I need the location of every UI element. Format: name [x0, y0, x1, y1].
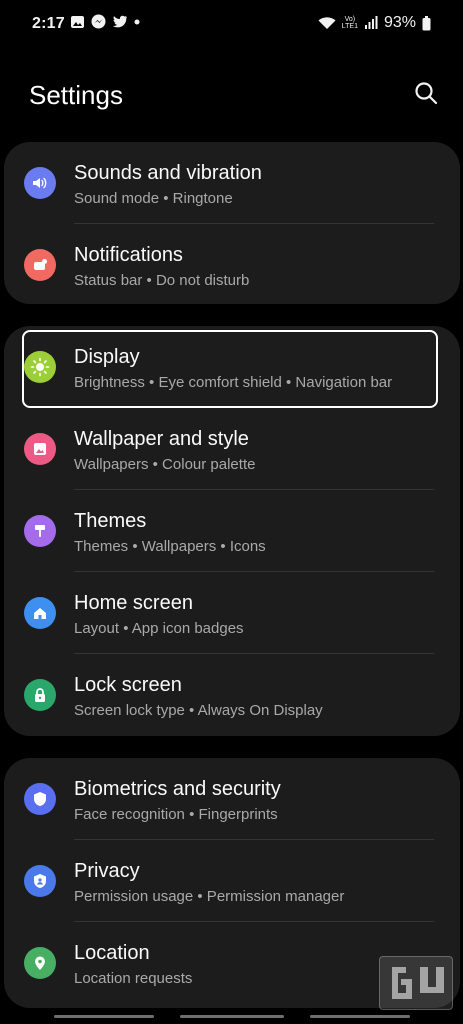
lock-icon: [24, 679, 56, 711]
item-title: Biometrics and security: [74, 778, 281, 800]
battery-percent: 93%: [383, 14, 416, 31]
item-subtitle: Themes • Wallpapers • Icons: [74, 538, 266, 555]
messenger-icon: [91, 14, 106, 29]
item-title: Wallpaper and style: [74, 428, 249, 450]
item-title: Notifications: [74, 244, 183, 266]
item-subtitle: Brightness • Eye comfort shield • Naviga…: [74, 374, 393, 391]
watermark-logo: [379, 956, 453, 1010]
notification-icon: [24, 249, 56, 281]
item-subtitle: Status bar • Do not disturb: [74, 272, 250, 289]
item-title: Display: [74, 346, 140, 368]
item-subtitle: Location requests: [74, 970, 193, 987]
nav-recents-button[interactable]: [54, 1015, 154, 1018]
item-subtitle: Sound mode • Ringtone: [74, 190, 233, 207]
twitter-icon: [112, 15, 127, 27]
settings-item-display[interactable]: Display Brightness • Eye comfort shield …: [4, 326, 460, 408]
battery-icon: [422, 15, 431, 30]
settings-item-notifications[interactable]: Notifications Status bar • Do not distur…: [4, 224, 460, 304]
item-subtitle: Layout • App icon badges: [74, 620, 244, 637]
item-title: Sounds and vibration: [74, 162, 262, 184]
item-subtitle: Face recognition • Fingerprints: [74, 806, 278, 823]
page-title: Settings: [29, 80, 123, 110]
wifi-icon: [318, 17, 336, 29]
item-title: Privacy: [74, 860, 140, 882]
item-subtitle: Screen lock type • Always On Display: [74, 702, 323, 719]
sun-icon: [24, 351, 56, 383]
settings-header: Settings: [0, 70, 463, 126]
settings-group-1: Sounds and vibration Sound mode • Ringto…: [4, 142, 460, 304]
speaker-icon: [24, 167, 56, 199]
item-title: Location: [74, 942, 150, 964]
item-subtitle: Wallpapers • Colour palette: [74, 456, 256, 473]
settings-item-sounds-and-vibration[interactable]: Sounds and vibration Sound mode • Ringto…: [4, 142, 460, 224]
nav-back-button[interactable]: [310, 1015, 410, 1018]
home-icon: [24, 597, 56, 629]
image-icon: [24, 433, 56, 465]
settings-item-themes[interactable]: Themes Themes • Wallpapers • Icons: [4, 490, 460, 572]
shield-icon: [24, 783, 56, 815]
volte-indicator: Vo) LTE1: [341, 16, 358, 30]
brush-icon: [24, 515, 56, 547]
item-title: Lock screen: [74, 674, 182, 696]
settings-item-lock-screen[interactable]: Lock screen Screen lock type • Always On…: [4, 654, 460, 736]
dot-icon: [134, 19, 140, 24]
focus-highlight: [22, 330, 438, 408]
status-right: Vo) LTE1 93%: [318, 14, 431, 32]
signal-icon: [364, 16, 378, 29]
privacy-icon: [24, 865, 56, 897]
settings-group-2: Display Brightness • Eye comfort shield …: [4, 326, 460, 736]
item-title: Themes: [74, 510, 147, 532]
item-title: Home screen: [74, 592, 193, 614]
location-icon: [24, 947, 56, 979]
settings-item-wallpaper-and-style[interactable]: Wallpaper and style Wallpapers • Colour …: [4, 408, 460, 490]
item-subtitle: Permission usage • Permission manager: [74, 888, 345, 905]
status-bar: 2:17 Vo) LTE1 93%: [0, 0, 463, 50]
settings-item-privacy[interactable]: Privacy Permission usage • Permission ma…: [4, 840, 460, 922]
notification-icons: [70, 14, 140, 29]
status-time: 2:17: [32, 15, 65, 32]
nav-home-button[interactable]: [180, 1015, 284, 1018]
gallery-icon: [71, 15, 84, 28]
search-icon[interactable]: [413, 80, 439, 106]
settings-item-biometrics-and-security[interactable]: Biometrics and security Face recognition…: [4, 758, 460, 840]
settings-item-home-screen[interactable]: Home screen Layout • App icon badges: [4, 572, 460, 654]
